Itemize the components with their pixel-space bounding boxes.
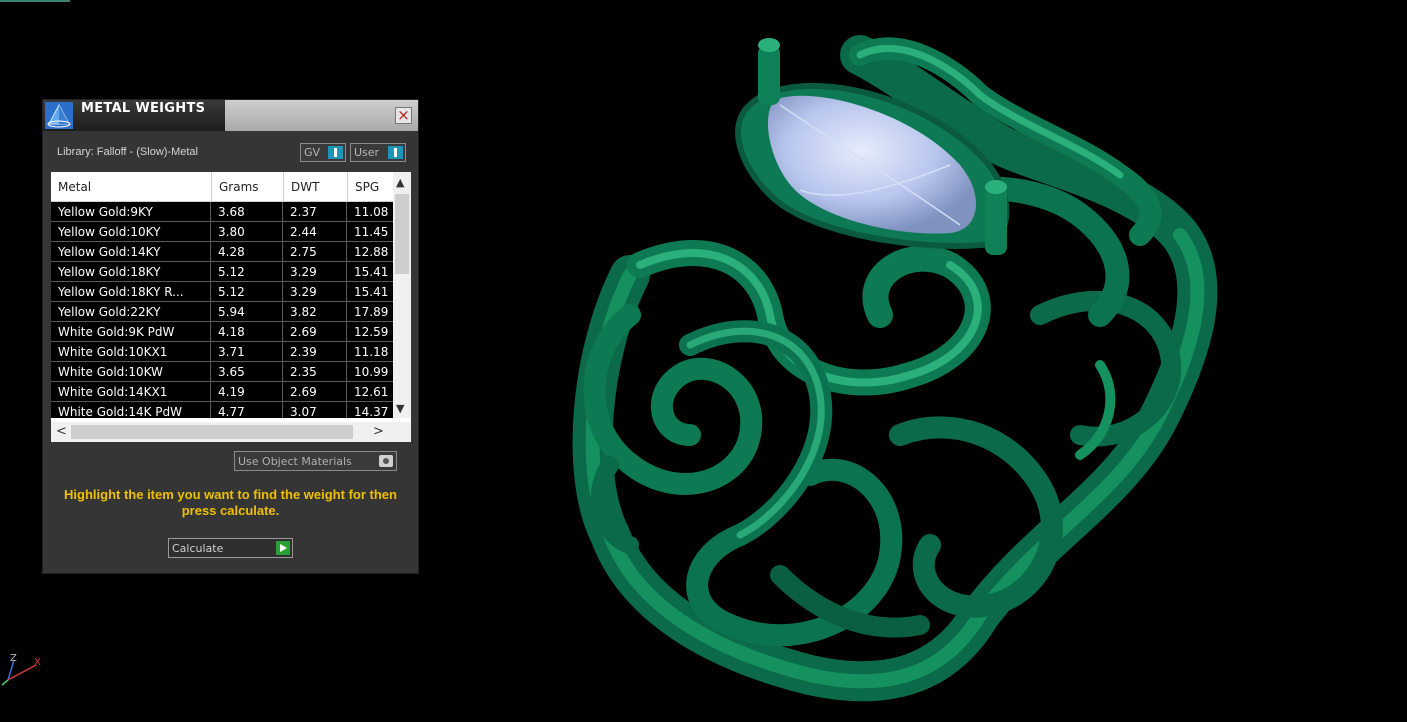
viewport-tab-indicator <box>0 0 70 2</box>
cell-grams: 4.19 <box>211 382 283 401</box>
table-row[interactable]: Yellow Gold:18KY R... 5.12 3.29 15.41 <box>51 282 393 302</box>
table-row[interactable]: Yellow Gold:10KY 3.80 2.44 11.45 <box>51 222 393 242</box>
cell-metal: Yellow Gold:10KY <box>51 222 211 241</box>
table-row[interactable]: Yellow Gold:22KY 5.94 3.82 17.89 <box>51 302 393 322</box>
radio-icon[interactable] <box>379 455 393 467</box>
cell-dwt: 2.39 <box>283 342 347 361</box>
toggle-switch-icon <box>388 146 403 159</box>
cell-grams: 3.80 <box>211 222 283 241</box>
cell-dwt: 2.69 <box>283 382 347 401</box>
scroll-up-icon[interactable]: ▲ <box>396 176 404 189</box>
toggle-switch-icon <box>328 146 343 159</box>
cell-spg: 11.08 <box>354 205 389 219</box>
table-row[interactable]: Yellow Gold:9KY 3.68 2.37 11.08 <box>51 202 393 222</box>
cell-grams: 3.65 <box>211 362 283 381</box>
horizontal-scroll-thumb[interactable] <box>71 425 353 439</box>
cell-grams: 4.28 <box>211 242 283 261</box>
column-header-dwt[interactable]: DWT <box>291 180 319 194</box>
cell-grams: 4.18 <box>211 322 283 341</box>
table-row[interactable]: Yellow Gold:14KY 4.28 2.75 12.88 <box>51 242 393 262</box>
cell-metal: Yellow Gold:22KY <box>51 302 211 321</box>
cell-metal: White Gold:14KX1 <box>51 382 211 401</box>
cell-spg: 15.41 <box>354 265 389 279</box>
scroll-left-icon[interactable]: < <box>56 424 67 439</box>
cell-spg: 11.18 <box>354 345 389 359</box>
ring-model[interactable] <box>480 15 1240 715</box>
cell-spg: 11.45 <box>354 225 389 239</box>
cell-dwt: 3.07 <box>283 402 347 418</box>
panel-titlebar[interactable]: METAL WEIGHTS × <box>43 100 418 131</box>
close-icon[interactable]: × <box>395 107 412 124</box>
play-icon[interactable] <box>276 541 290 555</box>
table-row[interactable]: White Gold:10KW 3.65 2.35 10.99 <box>51 362 393 382</box>
axis-indicator: Z X <box>1 653 41 686</box>
scroll-down-icon[interactable]: ▼ <box>396 402 404 415</box>
cell-metal: Yellow Gold:14KY <box>51 242 211 261</box>
cell-spg: 17.89 <box>354 305 389 319</box>
cell-grams: 3.68 <box>211 202 283 221</box>
column-header-spg[interactable]: SPG <box>355 180 379 194</box>
cell-dwt: 2.69 <box>283 322 347 341</box>
hint-text: Highlight the item you want to find the … <box>64 487 397 518</box>
table-row[interactable]: Yellow Gold:18KY 5.12 3.29 15.41 <box>51 262 393 282</box>
cell-dwt: 3.29 <box>283 262 347 281</box>
pyramid-icon <box>45 102 73 129</box>
cell-metal: White Gold:10KX1 <box>51 342 211 361</box>
cell-grams: 4.77 <box>211 402 283 418</box>
cell-spg: 12.88 <box>354 245 389 259</box>
calculate-button[interactable]: Calculate <box>168 538 293 558</box>
table-row[interactable]: White Gold:14KX1 4.19 2.69 12.61 <box>51 382 393 402</box>
table-body: Yellow Gold:9KY 3.68 2.37 11.08 Yellow Gold… <box>51 202 393 418</box>
table-header: Metal Grams DWT SPG <box>51 172 393 202</box>
cell-dwt: 2.75 <box>283 242 347 261</box>
cell-dwt: 3.29 <box>283 282 347 301</box>
calculate-label: Calculate <box>172 542 224 555</box>
panel-title: METAL WEIGHTS <box>81 101 206 116</box>
cell-dwt: 3.82 <box>283 302 347 321</box>
cell-metal: Yellow Gold:18KY <box>51 262 211 281</box>
cell-metal: White Gold:14K PdW <box>51 402 211 418</box>
cell-metal: White Gold:10KW <box>51 362 211 381</box>
table-row[interactable]: White Gold:14K PdW 4.77 3.07 14.37 <box>51 402 393 418</box>
column-header-metal[interactable]: Metal <box>58 180 91 194</box>
metal-weights-panel: METAL WEIGHTS × Library: Falloff - (Slow… <box>42 99 419 574</box>
use-object-materials-label: Use Object Materials <box>238 455 352 468</box>
cell-spg: 10.99 <box>354 365 389 379</box>
user-toggle[interactable]: User <box>350 143 406 162</box>
column-header-grams[interactable]: Grams <box>219 180 259 194</box>
panel-title-tab: METAL WEIGHTS <box>43 100 225 131</box>
cell-metal: Yellow Gold:18KY R... <box>51 282 211 301</box>
axis-x-label: X <box>34 657 41 668</box>
table-row[interactable]: White Gold:9K PdW 4.18 2.69 12.59 <box>51 322 393 342</box>
vertical-scrollbar[interactable]: ▲ ▼ <box>393 172 411 418</box>
cell-spg: 12.59 <box>354 325 389 339</box>
cell-grams: 3.71 <box>211 342 283 361</box>
cell-metal: Yellow Gold:9KY <box>51 202 211 221</box>
cell-dwt: 2.35 <box>283 362 347 381</box>
cell-spg: 15.41 <box>354 285 389 299</box>
cell-grams: 5.12 <box>211 262 283 281</box>
axis-z-label: Z <box>10 653 17 664</box>
cell-dwt: 2.37 <box>283 202 347 221</box>
table-row[interactable]: White Gold:10KX1 3.71 2.39 11.18 <box>51 342 393 362</box>
user-toggle-label: User <box>354 146 380 159</box>
cell-spg: 12.61 <box>354 385 389 399</box>
cell-metal: White Gold:9K PdW <box>51 322 211 341</box>
scroll-right-icon[interactable]: > <box>373 424 384 439</box>
library-label: Library: Falloff - (Slow)-Metal <box>57 146 198 158</box>
cell-spg: 14.37 <box>354 405 389 418</box>
cell-grams: 5.12 <box>211 282 283 301</box>
horizontal-scrollbar[interactable]: < > <box>51 422 411 442</box>
gv-toggle[interactable]: GV <box>300 143 346 162</box>
cell-dwt: 2.44 <box>283 222 347 241</box>
gv-toggle-label: GV <box>304 146 321 159</box>
cell-grams: 5.94 <box>211 302 283 321</box>
vertical-scroll-thumb[interactable] <box>395 194 409 274</box>
use-object-materials-option[interactable]: Use Object Materials <box>234 451 397 471</box>
metal-table: Metal Grams DWT SPG Yellow Gold:9KY 3.68 2… <box>51 172 411 442</box>
